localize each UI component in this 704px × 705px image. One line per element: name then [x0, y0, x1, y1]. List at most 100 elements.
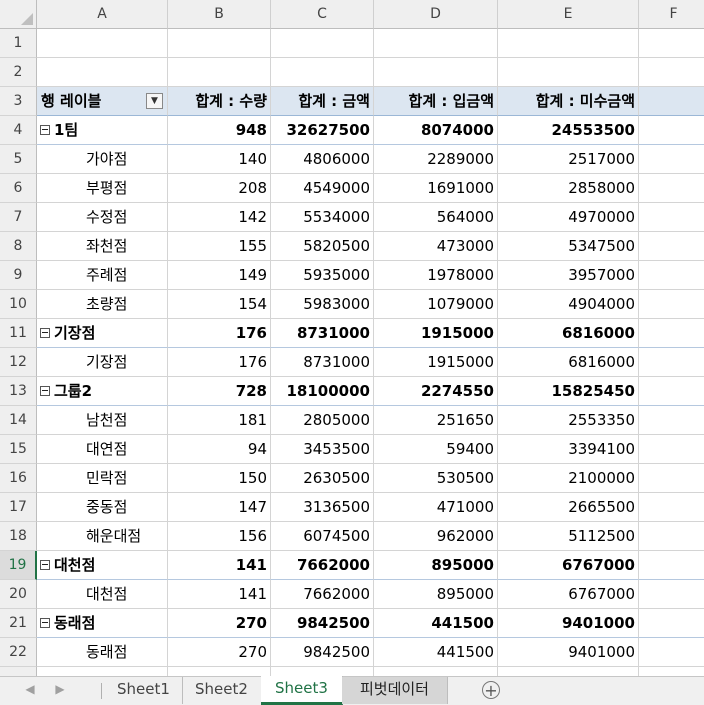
cell[interactable]: 그룹2	[37, 377, 168, 406]
cell[interactable]: 1915000	[374, 348, 498, 377]
cell[interactable]	[639, 493, 704, 522]
row-header[interactable]: 5	[0, 145, 37, 174]
dropdown-arrow-icon[interactable]: ▼	[146, 93, 163, 109]
cell[interactable]: 2289000	[374, 145, 498, 174]
cell[interactable]	[271, 667, 374, 676]
cell[interactable]: 8731000	[271, 348, 374, 377]
cell[interactable]: 합계 : 미수금액	[498, 87, 639, 116]
row-header[interactable]: 9	[0, 261, 37, 290]
cell[interactable]: 59400	[374, 435, 498, 464]
cell[interactable]	[498, 667, 639, 676]
cell[interactable]: 2274550	[374, 377, 498, 406]
cell[interactable]	[374, 29, 498, 58]
cell[interactable]: 141	[168, 580, 271, 609]
cell[interactable]: 5112500	[498, 522, 639, 551]
cell[interactable]: 9401000	[498, 638, 639, 667]
cell[interactable]: 9842500	[271, 638, 374, 667]
cell[interactable]: 2805000	[271, 406, 374, 435]
cell[interactable]: 564000	[374, 203, 498, 232]
cell[interactable]: 32627500	[271, 116, 374, 145]
cell[interactable]: 441500	[374, 638, 498, 667]
row-header[interactable]: 18	[0, 522, 37, 551]
sheet-tab[interactable]: Sheet3	[261, 676, 343, 705]
cell[interactable]: 3394100	[498, 435, 639, 464]
cell[interactable]: 1915000	[374, 319, 498, 348]
cell[interactable]	[639, 290, 704, 319]
cell[interactable]: 6816000	[498, 348, 639, 377]
column-header-e[interactable]: E	[498, 0, 639, 29]
cell[interactable]: 251650	[374, 406, 498, 435]
plus-circle-icon[interactable]: +	[482, 681, 500, 699]
cell[interactable]: 초량점	[37, 290, 168, 319]
cell[interactable]	[498, 58, 639, 87]
cell[interactable]: 3136500	[271, 493, 374, 522]
cell[interactable]: 민락점	[37, 464, 168, 493]
row-header[interactable]: 20	[0, 580, 37, 609]
cell[interactable]: 4904000	[498, 290, 639, 319]
cell[interactable]: 8074000	[374, 116, 498, 145]
cell[interactable]: 147	[168, 493, 271, 522]
row-header[interactable]: 10	[0, 290, 37, 319]
minus-box-icon[interactable]	[40, 617, 50, 628]
cell[interactable]: 4806000	[271, 145, 374, 174]
cell[interactable]: 8731000	[271, 319, 374, 348]
cell[interactable]: 9842500	[271, 609, 374, 638]
cell[interactable]	[639, 609, 704, 638]
cell[interactable]: 5820500	[271, 232, 374, 261]
cell[interactable]: 2858000	[498, 174, 639, 203]
cell[interactable]	[374, 667, 498, 676]
cell[interactable]: 150	[168, 464, 271, 493]
row-header[interactable]: 4	[0, 116, 37, 145]
cell[interactable]	[168, 29, 271, 58]
triangle-left-icon[interactable]: ◀	[22, 682, 38, 696]
cell[interactable]: 대천점	[37, 551, 168, 580]
cell[interactable]: 140	[168, 145, 271, 174]
cell[interactable]: 대연점	[37, 435, 168, 464]
cell[interactable]: 3957000	[498, 261, 639, 290]
row-header[interactable]: 22	[0, 638, 37, 667]
cell[interactable]: 1079000	[374, 290, 498, 319]
cell[interactable]	[639, 435, 704, 464]
cell[interactable]: 728	[168, 377, 271, 406]
cell[interactable]: 94	[168, 435, 271, 464]
cell[interactable]: 기장점	[37, 319, 168, 348]
cell[interactable]: 7662000	[271, 580, 374, 609]
cell[interactable]: 6767000	[498, 580, 639, 609]
cell[interactable]: 948	[168, 116, 271, 145]
cell[interactable]: 좌천점	[37, 232, 168, 261]
cell[interactable]: 합계 : 입금액	[374, 87, 498, 116]
cell[interactable]: 2553350	[498, 406, 639, 435]
cell[interactable]: 142	[168, 203, 271, 232]
cell[interactable]	[498, 29, 639, 58]
row-header[interactable]: 17	[0, 493, 37, 522]
cell[interactable]: 기장점	[37, 348, 168, 377]
cell[interactable]: 동래점	[37, 609, 168, 638]
sheet-tab[interactable]: Sheet1	[105, 677, 183, 704]
cell[interactable]: 156	[168, 522, 271, 551]
column-header-b[interactable]: B	[168, 0, 271, 29]
cell[interactable]	[271, 29, 374, 58]
row-header[interactable]: 11	[0, 319, 37, 348]
cell[interactable]	[639, 174, 704, 203]
cell[interactable]: 208	[168, 174, 271, 203]
row-header[interactable]: 13	[0, 377, 37, 406]
cell[interactable]: 4549000	[271, 174, 374, 203]
cell[interactable]: 7662000	[271, 551, 374, 580]
cell[interactable]: 대천점	[37, 580, 168, 609]
column-header-a[interactable]: A	[37, 0, 168, 29]
cell[interactable]: 1978000	[374, 261, 498, 290]
cell[interactable]: 중동점	[37, 493, 168, 522]
column-header-d[interactable]: D	[374, 0, 498, 29]
cell[interactable]: 가야점	[37, 145, 168, 174]
triangle-right-icon[interactable]: ▶	[52, 682, 68, 696]
cell[interactable]: 해운대점	[37, 522, 168, 551]
cell[interactable]: 남천점	[37, 406, 168, 435]
cell[interactable]	[639, 522, 704, 551]
cell[interactable]: 1691000	[374, 174, 498, 203]
cell[interactable]: 181	[168, 406, 271, 435]
cell[interactable]: 5534000	[271, 203, 374, 232]
cell[interactable]	[639, 319, 704, 348]
cell[interactable]: 합계 : 수량	[168, 87, 271, 116]
row-header[interactable]: 12	[0, 348, 37, 377]
cell[interactable]: 962000	[374, 522, 498, 551]
